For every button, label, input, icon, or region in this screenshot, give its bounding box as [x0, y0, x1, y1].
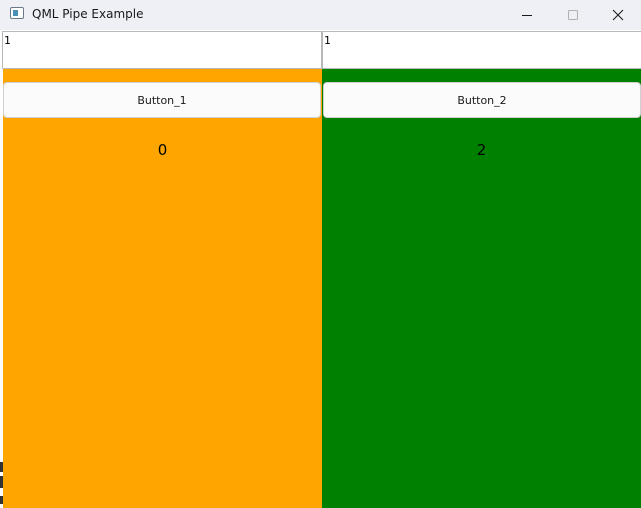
maximize-button[interactable] — [550, 0, 596, 30]
left-counter: 0 — [157, 141, 168, 159]
maximize-icon — [568, 10, 578, 20]
button-1[interactable]: Button_1 — [3, 82, 321, 118]
minimize-button[interactable] — [504, 0, 550, 30]
right-text-input[interactable]: 1 — [322, 31, 641, 69]
app-window-icon — [10, 7, 24, 19]
left-text-input[interactable]: 1 — [2, 31, 322, 69]
app-window: QML Pipe Example 1 1 Button_1 0 Button_2… — [0, 0, 641, 508]
button-2[interactable]: Button_2 — [323, 82, 641, 118]
right-panel: Button_2 2 — [322, 69, 641, 508]
window-title: QML Pipe Example — [32, 7, 144, 21]
left-panel: Button_1 0 — [3, 69, 322, 508]
minimize-icon — [522, 15, 532, 16]
title-bar[interactable]: QML Pipe Example — [0, 0, 641, 30]
edge-artifact — [0, 460, 3, 508]
close-icon — [612, 9, 624, 21]
right-counter: 2 — [476, 141, 487, 159]
close-button[interactable] — [595, 0, 641, 30]
